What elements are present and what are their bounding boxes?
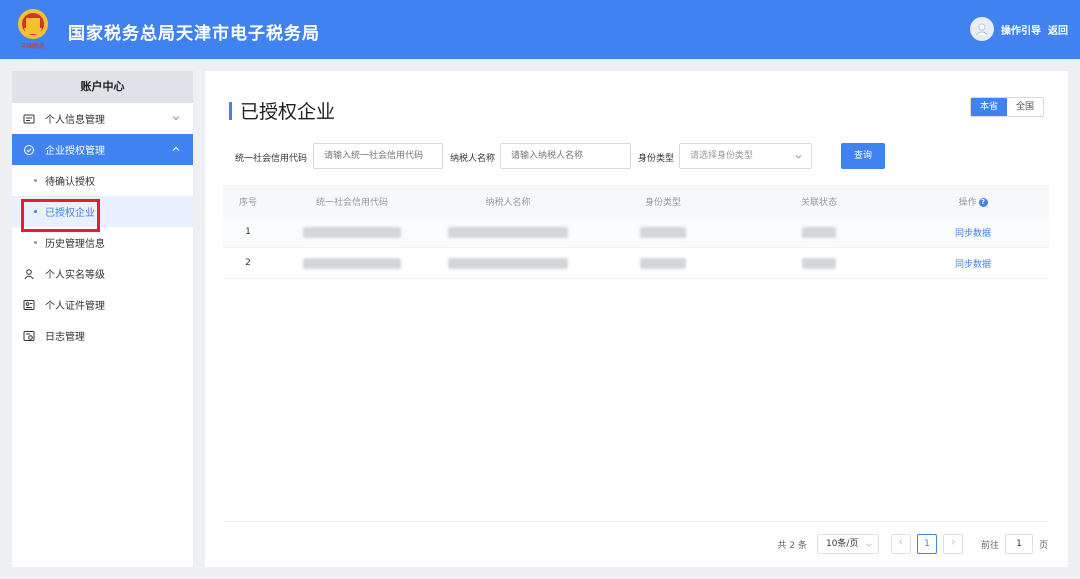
header-actions: 操作引导 返回	[970, 17, 1068, 41]
redacted-link-status	[741, 257, 897, 269]
identity-type-select[interactable]: 请选择身份类型	[679, 143, 812, 169]
column-header: 身份类型	[644, 197, 681, 208]
table-row: 2 同步数据	[223, 248, 1049, 279]
credit-code-label: 统一社会信用代码	[235, 154, 308, 164]
redacted-identity-type	[585, 226, 741, 238]
id-card-icon	[22, 112, 36, 126]
sidebar: 账户中心 个人信息管理 企业授权管理 待确认授权 已授权企业 历史管理信息 个人…	[12, 71, 193, 567]
back-link[interactable]: 返回	[1048, 22, 1068, 37]
table-header: 序号 统一社会信用代码 纳税人名称 身份类型 关联状态 操作?	[223, 185, 1049, 217]
sidebar-item-label: 企业授权管理	[45, 146, 105, 157]
scope-national-button[interactable]: 全国	[1007, 98, 1043, 116]
credit-code-input[interactable]	[313, 143, 443, 169]
row-action: 同步数据	[897, 226, 1049, 239]
help-icon[interactable]: ?	[978, 197, 988, 207]
chevron-down-icon	[795, 154, 802, 159]
sync-data-link[interactable]: 同步数据	[955, 229, 991, 239]
identity-type-placeholder: 请选择身份类型	[690, 151, 754, 161]
chevron-right-icon	[951, 539, 955, 545]
column-header: 序号	[238, 197, 257, 208]
authorized-enterprise-table: 序号 统一社会信用代码 纳税人名称 身份类型 关联状态 操作? 1 同步数据 2…	[223, 185, 1049, 279]
sidebar-subitem-pending-auth[interactable]: 待确认授权	[12, 165, 193, 196]
filter-bar: 统一社会信用代码 纳税人名称 身份类型 请选择身份类型 查询	[205, 143, 1068, 169]
sidebar-subitem-label: 待确认授权	[45, 177, 95, 188]
site-title: 国家税务总局天津市电子税务局	[68, 24, 320, 44]
chevron-left-icon	[899, 539, 903, 545]
redacted-taxpayer-name	[431, 226, 585, 238]
sidebar-item-certificates[interactable]: 个人证件管理	[12, 289, 193, 320]
sidebar-item-logs[interactable]: 日志管理	[12, 320, 193, 351]
page-title: 已授权企业	[229, 97, 335, 124]
column-header-actions: 操作?	[897, 195, 1049, 208]
certificate-icon	[22, 298, 36, 312]
sidebar-item-enterprise-auth[interactable]: 企业授权管理	[12, 134, 193, 165]
scope-province-button[interactable]: 本省	[971, 98, 1007, 116]
row-action: 同步数据	[897, 257, 1049, 270]
query-button[interactable]: 查询	[841, 143, 885, 169]
pagination: 共 2 条 10条/页 1 前往 页	[778, 533, 1048, 555]
page-size-value: 10条/页	[825, 539, 859, 549]
top-header: 中国税务 国家税务总局天津市电子税务局 操作引导 返回	[0, 0, 1080, 59]
sidebar-title: 账户中心	[12, 71, 193, 103]
sidebar-item-personal-info[interactable]: 个人信息管理	[12, 103, 193, 134]
scope-toggle: 本省 全国	[970, 97, 1044, 117]
sidebar-item-label: 日志管理	[45, 332, 85, 343]
identity-type-label: 身份类型	[638, 154, 675, 164]
highlight-annotation-box	[21, 199, 100, 232]
total-count: 共 2 条	[777, 540, 807, 551]
column-header: 纳税人名称	[485, 197, 531, 208]
redacted-link-status	[741, 226, 897, 238]
table-row: 1 同步数据	[223, 217, 1049, 248]
person-icon	[22, 267, 36, 281]
column-header: 统一社会信用代码	[315, 197, 388, 208]
bullet-dot	[34, 179, 37, 182]
taxpayer-name-label: 纳税人名称	[450, 154, 496, 164]
column-header-text: 操作	[958, 197, 977, 208]
bullet-dot	[34, 241, 37, 244]
main-panel: 已授权企业 本省 全国 统一社会信用代码 纳税人名称 身份类型 请选择身份类型 …	[205, 71, 1068, 567]
check-circle-icon	[22, 143, 36, 157]
sidebar-item-realname-level[interactable]: 个人实名等级	[12, 258, 193, 289]
sidebar-item-label: 个人信息管理	[45, 115, 105, 126]
page-suffix: 页	[1038, 540, 1048, 551]
chevron-down-icon	[172, 116, 180, 121]
redacted-credit-code	[273, 257, 431, 269]
sidebar-item-label: 个人证件管理	[45, 301, 105, 312]
page-number-button[interactable]: 1	[916, 534, 937, 554]
next-page-button[interactable]	[942, 534, 963, 554]
row-index: 2	[245, 258, 251, 268]
page-title-text: 已授权企业	[240, 101, 336, 123]
sidebar-subitem-label: 历史管理信息	[45, 239, 105, 250]
chevron-down-icon	[866, 543, 872, 547]
page-size-select[interactable]: 10条/页	[816, 534, 879, 554]
redacted-identity-type	[585, 257, 741, 269]
title-accent-bar	[229, 101, 232, 120]
goto-label: 前往	[980, 540, 999, 551]
sidebar-item-label: 个人实名等级	[45, 270, 105, 281]
taxpayer-name-input[interactable]	[500, 143, 631, 169]
svg-text:中国税务: 中国税务	[21, 42, 45, 50]
guide-link[interactable]: 操作引导	[1001, 22, 1041, 37]
row-index: 1	[245, 227, 251, 237]
redacted-taxpayer-name	[431, 257, 585, 269]
table-divider	[223, 521, 1049, 522]
user-avatar-icon[interactable]	[970, 17, 994, 41]
log-icon	[22, 329, 36, 343]
goto-page-input[interactable]	[1004, 534, 1033, 554]
column-header: 关联状态	[800, 197, 837, 208]
tax-emblem-logo: 中国税务	[18, 9, 48, 50]
chevron-up-icon	[172, 146, 180, 151]
sync-data-link[interactable]: 同步数据	[955, 260, 991, 270]
prev-page-button[interactable]	[890, 534, 911, 554]
redacted-credit-code	[273, 226, 431, 238]
